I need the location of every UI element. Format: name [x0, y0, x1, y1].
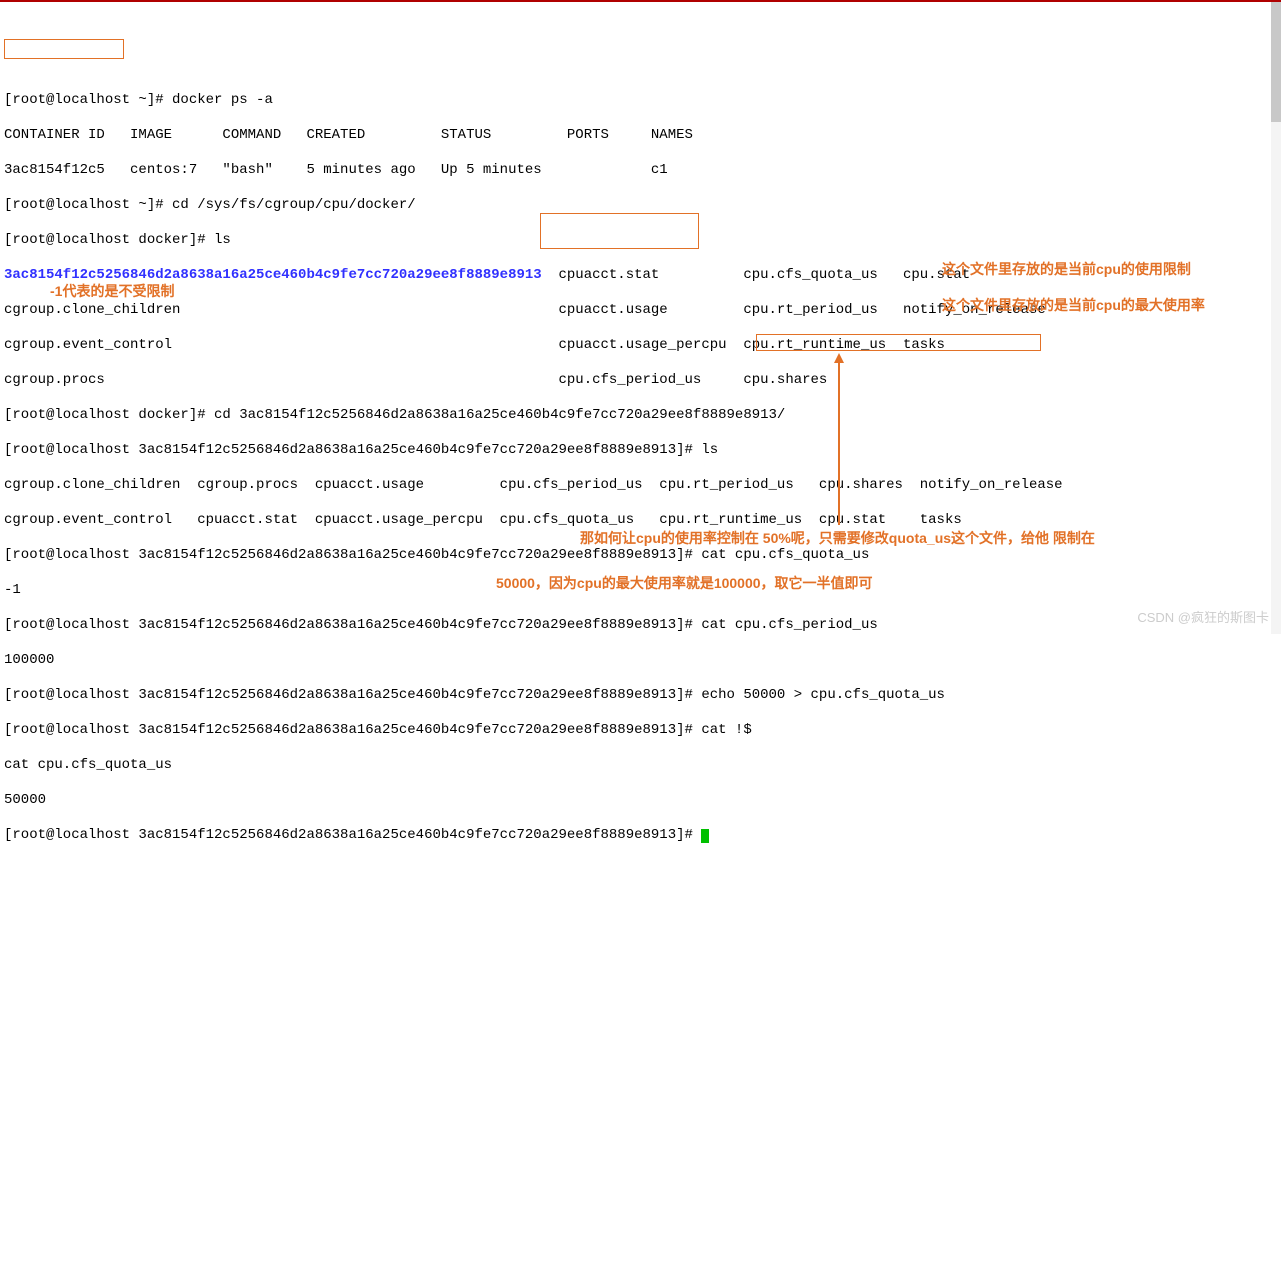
arrow-head-icon — [834, 353, 844, 363]
terminal-line: [root@localhost 3ac8154f12c5256846d2a863… — [4, 722, 1277, 740]
annotation-explain-2: 50000，因为cpu的最大使用率就是100000，取它一半值即可 — [496, 575, 1196, 593]
terminal-line: [root@localhost 3ac8154f12c5256846d2a863… — [4, 442, 1277, 460]
prompt: [root@localhost 3ac8154f12c5256846d2a863… — [4, 827, 701, 843]
terminal-line: cgroup.clone_children cgroup.procs cpuac… — [4, 477, 1277, 495]
terminal-line: CONTAINER ID IMAGE COMMAND CREATED STATU… — [4, 127, 1277, 145]
terminal-line: cgroup.event_control cpuacct.usage_percp… — [4, 337, 1277, 355]
annotation-quota-file: 这个文件里存放的是当前cpu的使用限制 — [942, 261, 1281, 279]
terminal-line: cgroup.procs cpu.cfs_period_us cpu.share… — [4, 372, 1277, 390]
arrow-line-icon — [838, 363, 840, 525]
terminal-line: [root@localhost docker]# ls — [4, 232, 1277, 250]
terminal-line: [root@localhost 3ac8154f12c5256846d2a863… — [4, 617, 1277, 635]
annotation-period-file: 这个文件里存放的是当前cpu的最大使用率 — [942, 297, 1281, 315]
terminal-line: 3ac8154f12c5 centos:7 "bash" 5 minutes a… — [4, 162, 1277, 180]
terminal-line: 50000 — [4, 792, 1277, 810]
terminal-line: [root@localhost 3ac8154f12c5256846d2a863… — [4, 827, 1277, 845]
ls-output: cpuacct.stat cpu.cfs_quota_us cpu.stat — [542, 267, 970, 283]
terminal-line: cat cpu.cfs_quota_us — [4, 757, 1277, 775]
terminal-line: [root@localhost ~]# cd /sys/fs/cgroup/cp… — [4, 197, 1277, 215]
terminal-line: [root@localhost 3ac8154f12c5256846d2a863… — [4, 687, 1277, 705]
scrollbar-thumb[interactable] — [1271, 2, 1281, 122]
annotation-minus1: -1代表的是不受限制 — [50, 283, 174, 301]
directory-name: 3ac8154f12c5256846d2a8638a16a25ce460b4c9… — [4, 267, 542, 283]
watermark: CSDN @疯狂的斯图卡 — [1137, 610, 1269, 626]
cursor-icon[interactable] — [701, 829, 709, 843]
terminal-line: [root@localhost ~]# docker ps -a — [4, 92, 1277, 110]
scrollbar[interactable] — [1271, 2, 1281, 634]
terminal-line: [root@localhost docker]# cd 3ac8154f12c5… — [4, 407, 1277, 425]
terminal-line: 100000 — [4, 652, 1277, 670]
highlight-container-id — [4, 39, 124, 59]
terminal-line: cgroup.event_control cpuacct.stat cpuacc… — [4, 512, 1277, 530]
terminal-line: [root@localhost 3ac8154f12c5256846d2a863… — [4, 547, 1277, 565]
annotation-explain-1: 那如何让cpu的使用率控制在 50%呢，只需要修改quota_us这个文件，给他… — [580, 530, 1280, 548]
